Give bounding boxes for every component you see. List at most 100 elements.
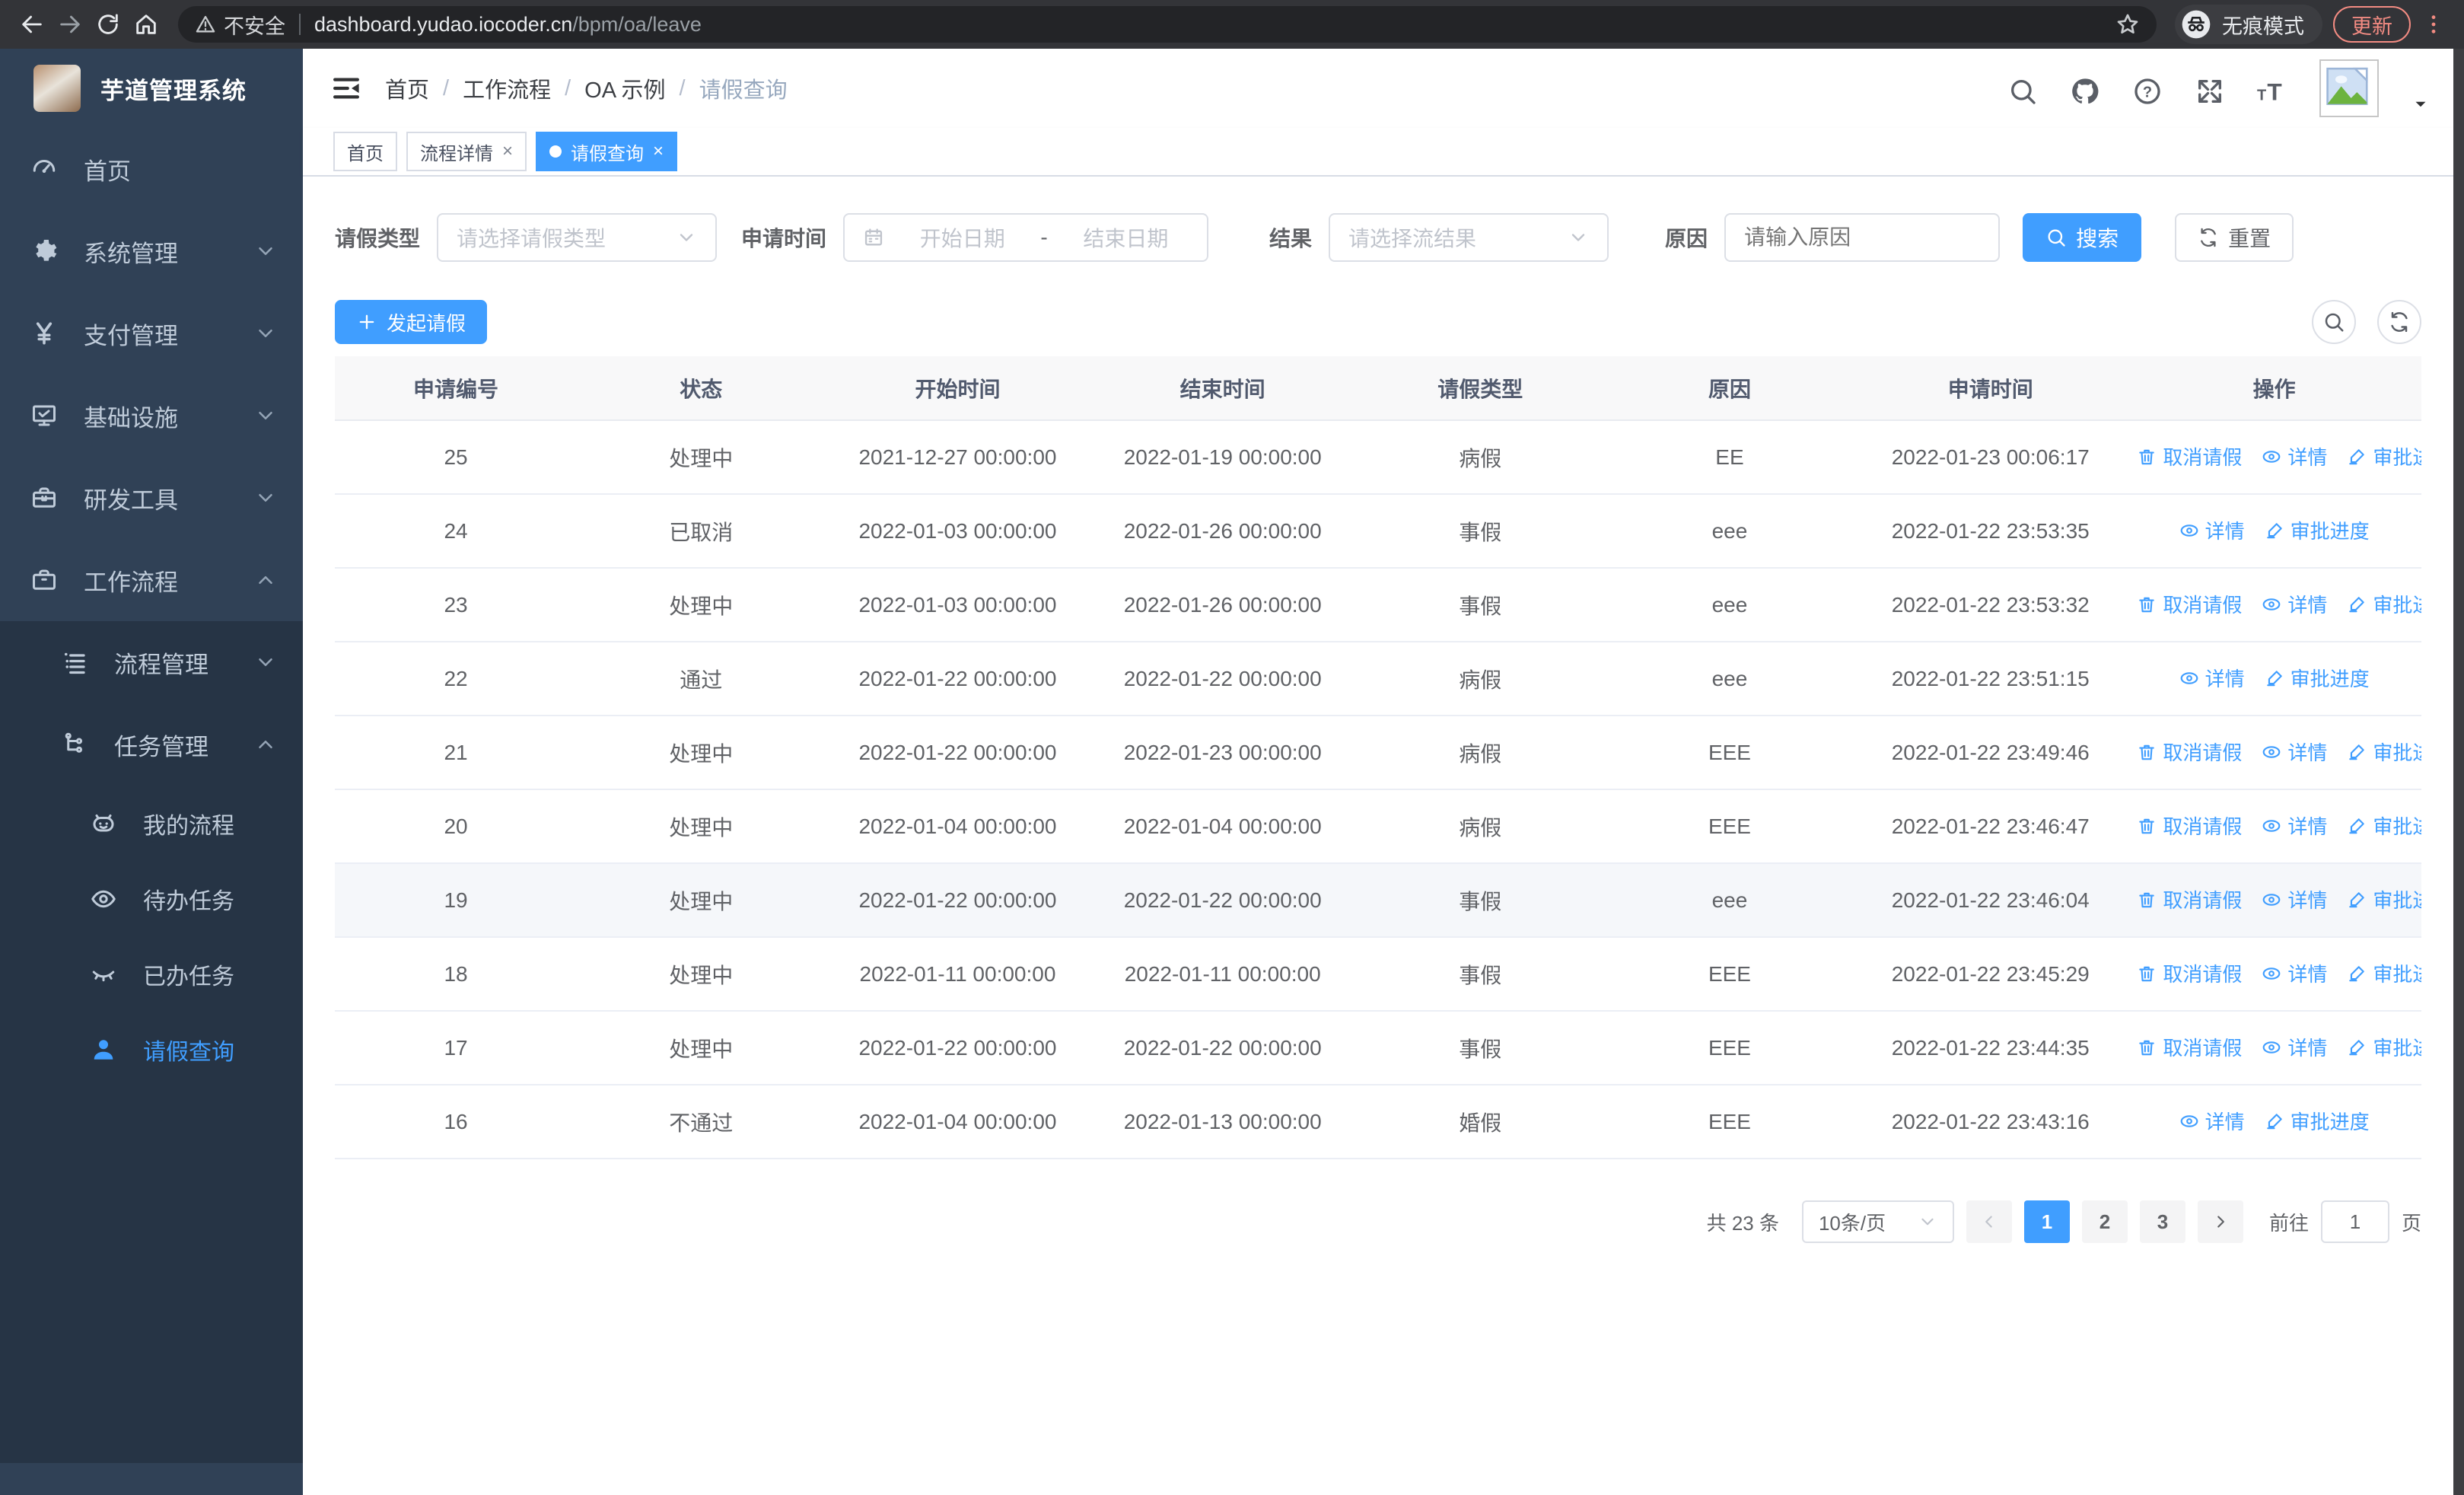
search-button[interactable]: 搜索 xyxy=(2023,213,2142,262)
refresh-table-button[interactable] xyxy=(2377,300,2421,344)
chrome-update-button[interactable]: 更新 xyxy=(2333,6,2411,43)
detail-action-label: 详情 xyxy=(2287,889,2328,913)
leave-type-select[interactable]: 请选择请假类型 xyxy=(437,213,718,262)
detail-action-link[interactable]: 详情 xyxy=(2262,1033,2327,1061)
sidebar-item-已办任务[interactable]: 已办任务 xyxy=(0,936,303,1012)
detail-action-link[interactable]: 详情 xyxy=(2179,664,2245,692)
monitor-icon xyxy=(30,402,58,429)
start-time-cell: 2022-01-04 00:00:00 xyxy=(825,789,1090,864)
reason-cell: EEE xyxy=(1605,1085,1854,1159)
column-header: 申请时间 xyxy=(1854,356,2128,421)
detail-action-link[interactable]: 详情 xyxy=(2262,885,2327,913)
cancel-action-link[interactable]: 取消请假 xyxy=(2137,590,2242,618)
page-button-3[interactable]: 3 xyxy=(2139,1200,2185,1243)
forward-icon[interactable] xyxy=(56,11,84,38)
progress-action-link[interactable]: 审批进度 xyxy=(2347,442,2421,470)
tab-首页[interactable]: 首页 xyxy=(333,132,397,171)
back-icon[interactable] xyxy=(18,11,46,38)
tab-请假查询[interactable]: 请假查询 × xyxy=(536,132,678,171)
sidebar-item-基础设施[interactable]: 基础设施 xyxy=(0,375,303,457)
detail-action-link[interactable]: 详情 xyxy=(2179,1107,2245,1135)
detail-action-link[interactable]: 详情 xyxy=(2262,811,2327,840)
sidebar-item-任务管理[interactable]: 任务管理 xyxy=(0,703,303,786)
cancel-action-link[interactable]: 取消请假 xyxy=(2137,738,2242,766)
detail-action-link[interactable]: 详情 xyxy=(2179,516,2245,544)
reason-label: 原因 xyxy=(1665,227,1708,250)
collapse-sidebar-icon[interactable] xyxy=(330,72,362,104)
page-scrollbar[interactable] xyxy=(2453,49,2464,1495)
chrome-menu-icon[interactable] xyxy=(2421,12,2446,37)
security-chip[interactable]: 不安全 xyxy=(195,10,285,40)
sidebar-item-请假查询[interactable]: 请假查询 xyxy=(0,1012,303,1087)
sidebar-item-支付管理[interactable]: 支付管理 xyxy=(0,292,303,375)
reason-cell: eee xyxy=(1605,494,1854,569)
sidebar-item-我的流程[interactable]: 我的流程 xyxy=(0,786,303,861)
breadcrumb-item[interactable]: OA 示例 xyxy=(584,72,665,104)
tab-流程详情[interactable]: 流程详情 × xyxy=(406,132,527,171)
page-button-1[interactable]: 1 xyxy=(2023,1200,2070,1243)
close-tab-icon[interactable]: × xyxy=(653,142,664,161)
column-header: 申请编号 xyxy=(335,356,578,421)
breadcrumb-item[interactable]: 首页 xyxy=(385,72,429,104)
progress-action-link[interactable]: 审批进度 xyxy=(2347,885,2421,913)
logo-avatar xyxy=(33,65,81,112)
status-cell: 处理中 xyxy=(577,716,826,790)
progress-action-link[interactable]: 审批进度 xyxy=(2347,811,2421,840)
reload-icon[interactable] xyxy=(94,11,122,38)
active-tab-dot xyxy=(549,145,562,158)
edit-icon xyxy=(2347,890,2367,910)
sidebar-item-研发工具[interactable]: 研发工具 xyxy=(0,457,303,539)
search-icon[interactable] xyxy=(2007,76,2038,107)
reset-button[interactable]: 重置 xyxy=(2175,213,2294,262)
prev-page-button[interactable] xyxy=(1966,1200,2012,1243)
create-leave-button[interactable]: 发起请假 xyxy=(335,300,488,344)
goto-page-input[interactable] xyxy=(2320,1200,2389,1243)
toggle-search-button[interactable] xyxy=(2312,300,2356,344)
reason-input[interactable] xyxy=(1744,225,1981,250)
page-size-select[interactable]: 10条/页 xyxy=(1801,1200,1954,1243)
next-page-button[interactable] xyxy=(2197,1200,2243,1243)
url-bar[interactable]: 不安全 dashboard.yudao.iocoder.cn/bpm/oa/le… xyxy=(178,6,2157,43)
result-select[interactable]: 请选择流结果 xyxy=(1329,213,1609,262)
progress-action-link[interactable]: 审批进度 xyxy=(2265,664,2370,692)
bookmark-star-icon[interactable] xyxy=(2115,12,2140,37)
progress-action-link[interactable]: 审批进度 xyxy=(2347,590,2421,618)
progress-action-link[interactable]: 审批进度 xyxy=(2347,738,2421,766)
sidebar-item-待办任务[interactable]: 待办任务 xyxy=(0,861,303,936)
detail-action-link[interactable]: 详情 xyxy=(2262,959,2327,987)
view-icon xyxy=(2179,668,2199,688)
progress-action-link[interactable]: 审批进度 xyxy=(2347,1033,2421,1061)
cancel-action-link[interactable]: 取消请假 xyxy=(2137,442,2242,470)
sidebar-item-工作流程[interactable]: 工作流程 xyxy=(0,539,303,621)
help-icon[interactable]: ? xyxy=(2132,76,2163,107)
detail-action-link[interactable]: 详情 xyxy=(2262,442,2327,470)
avatar-caret-icon[interactable] xyxy=(2411,94,2431,114)
detail-action-link[interactable]: 详情 xyxy=(2262,590,2327,618)
cancel-action-link[interactable]: 取消请假 xyxy=(2137,1033,2242,1061)
start-time-cell: 2022-01-22 00:00:00 xyxy=(825,716,1090,790)
sidebar-item-系统管理[interactable]: 系统管理 xyxy=(0,210,303,292)
cancel-action-link[interactable]: 取消请假 xyxy=(2137,811,2242,840)
progress-action-link[interactable]: 审批进度 xyxy=(2265,516,2370,544)
sidebar-item-流程管理[interactable]: 流程管理 xyxy=(0,621,303,703)
detail-action-link[interactable]: 详情 xyxy=(2262,738,2327,766)
sidebar-item-首页[interactable]: 首页 xyxy=(0,128,303,210)
status-cell: 处理中 xyxy=(577,863,826,938)
progress-action-link[interactable]: 审批进度 xyxy=(2265,1107,2370,1135)
progress-action-label: 审批进度 xyxy=(2373,815,2421,839)
end-time-cell: 2022-01-26 00:00:00 xyxy=(1090,494,1355,569)
close-tab-icon[interactable]: × xyxy=(502,142,513,161)
divider xyxy=(299,14,301,35)
apply-time-range-picker[interactable]: 开始日期 - 结束日期 xyxy=(843,213,1209,262)
cancel-action-link[interactable]: 取消请假 xyxy=(2137,885,2242,913)
cancel-action-link[interactable]: 取消请假 xyxy=(2137,959,2242,987)
avatar[interactable] xyxy=(2319,59,2379,117)
fullscreen-icon[interactable] xyxy=(2195,76,2225,107)
home-icon[interactable] xyxy=(132,11,160,38)
page-button-2[interactable]: 2 xyxy=(2081,1200,2128,1243)
github-icon[interactable] xyxy=(2070,76,2100,107)
progress-action-link[interactable]: 审批进度 xyxy=(2347,959,2421,987)
search-icon xyxy=(2322,311,2345,333)
fontsize-icon[interactable]: TT xyxy=(2257,76,2287,107)
breadcrumb-item[interactable]: 工作流程 xyxy=(463,72,551,104)
